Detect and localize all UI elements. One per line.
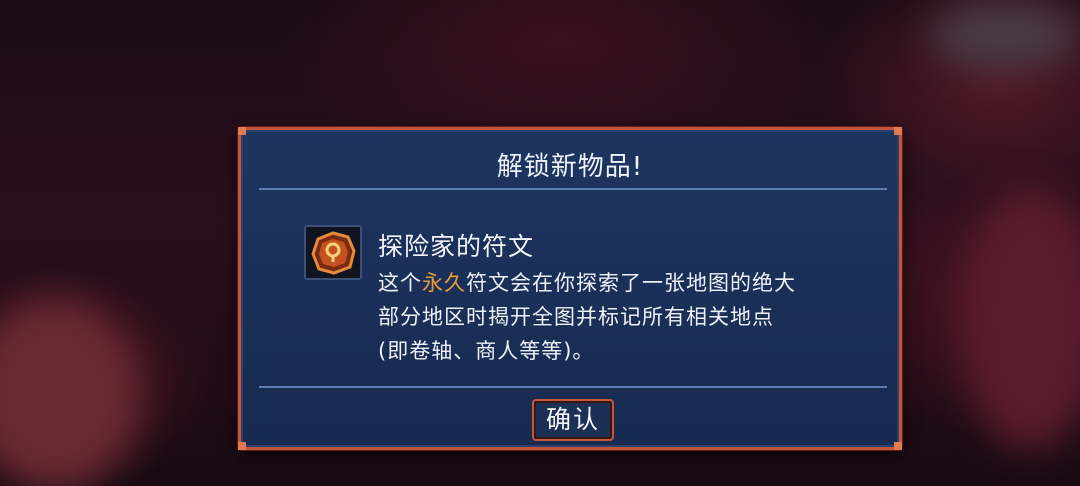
bottom-divider	[259, 386, 887, 388]
item-description: 这个永久符文会在你探索了一张地图的绝大 部分地区时揭开全图并标记所有相关地点 (…	[378, 266, 858, 368]
description-text: 符文会在你探索了一张地图的绝大	[466, 271, 796, 295]
confirm-button[interactable]: 确认	[532, 399, 614, 441]
background-blur	[930, 0, 1080, 70]
explorer-rune-icon	[304, 225, 362, 280]
description-text: 这个	[378, 271, 422, 295]
background-blur	[960, 190, 1080, 450]
dialog-title: 解锁新物品!	[496, 152, 644, 182]
description-highlight: 永久	[422, 271, 466, 295]
unlock-dialog: 解锁新物品! 探险家的符文 这个永久符文会在你探索了一张地图的绝大 部分地区时揭…	[238, 127, 902, 450]
description-text: 部分地区时揭开全图并标记所有相关地点	[378, 305, 774, 329]
description-text: (即卷轴、商人等等)。	[378, 339, 595, 363]
top-divider	[259, 188, 887, 190]
item-name: 探险家的符文	[378, 232, 535, 261]
corner-ornament	[894, 442, 902, 450]
background-blur	[0, 300, 140, 486]
corner-ornament	[238, 127, 246, 135]
corner-ornament	[894, 127, 902, 135]
corner-ornament	[238, 442, 246, 450]
